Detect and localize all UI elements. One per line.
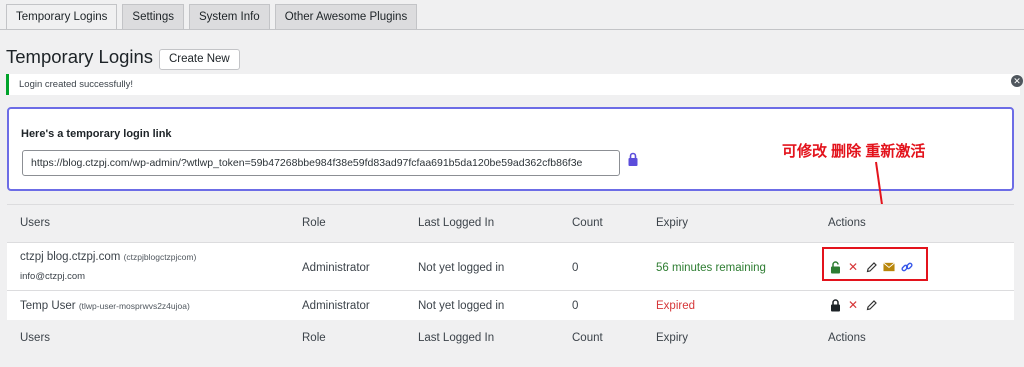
login-link-field[interactable]: https://blog.ctzpj.com/wp-admin/?wtlwp_t… (22, 150, 620, 176)
tab-temporary-logins[interactable]: Temporary Logins (6, 4, 118, 30)
user-username: (ctzpjblogctzpjcom) (123, 252, 197, 262)
user-name: ctzpj blog.ctzpj.com (ctzpjblogctzpjcom) (20, 251, 197, 263)
header-role: Role (302, 217, 326, 229)
nav-tabs: Temporary Logins Settings System Info Ot… (6, 4, 418, 30)
footer-actions: Actions (828, 332, 866, 344)
tab-settings[interactable]: Settings (122, 4, 184, 30)
tab-system-info[interactable]: System Info (188, 4, 270, 30)
page-title: Temporary Logins (6, 46, 154, 67)
user-expiry: 56 minutes remaining (656, 262, 766, 274)
table-header: Users Role Last Logged In Count Expiry A… (7, 204, 1014, 243)
tab-other-awesome-plugins[interactable]: Other Awesome Plugins (274, 4, 418, 30)
user-role: Administrator (302, 262, 370, 274)
create-new-button[interactable]: Create New (159, 49, 240, 70)
header-count: Count (572, 217, 603, 229)
user-name: Temp User (tlwp-user-mosprwvs2z4ujoa) (20, 300, 190, 312)
footer-role: Role (302, 332, 326, 344)
user-expiry: Expired (656, 300, 695, 312)
user-last-login: Not yet logged in (418, 262, 505, 274)
notice-text: Login created successfully! (19, 79, 134, 90)
footer-expiry: Expiry (656, 332, 688, 344)
footer-last-logged-in: Last Logged In (418, 332, 495, 344)
user-username: (tlwp-user-mosprwvs2z4ujoa) (78, 301, 190, 311)
dismiss-icon[interactable]: ✕ (1011, 75, 1023, 87)
header-actions: Actions (828, 217, 866, 229)
table-row: Temp User (tlwp-user-mosprwvs2z4ujoa) Ad… (7, 290, 1014, 321)
header-users: Users (20, 217, 51, 229)
edit-icon[interactable] (865, 299, 877, 311)
table-footer: Users Role Last Logged In Count Expiry A… (7, 320, 1014, 358)
user-last-login: Not yet logged in (418, 300, 505, 312)
user-role: Administrator (302, 300, 370, 312)
annotation-text: 可修改 删除 重新激活 (782, 143, 926, 160)
lock-icon[interactable] (829, 298, 841, 311)
user-count: 0 (572, 300, 579, 312)
annotation-highlight-box (822, 247, 928, 281)
copy-link-lock-icon[interactable] (627, 152, 639, 170)
delete-icon[interactable]: ✕ (847, 298, 859, 312)
footer-users: Users (20, 332, 51, 344)
user-email: info@ctzpj.com (20, 271, 86, 282)
user-count: 0 (572, 262, 579, 274)
tab-divider (0, 29, 1024, 30)
row-actions: ✕ (829, 298, 877, 312)
success-notice: Login created successfully! (6, 74, 1020, 95)
link-label: Here's a temporary login link (21, 128, 172, 140)
header-expiry: Expiry (656, 217, 688, 229)
footer-count: Count (572, 332, 603, 344)
header-last-logged-in: Last Logged In (418, 217, 495, 229)
